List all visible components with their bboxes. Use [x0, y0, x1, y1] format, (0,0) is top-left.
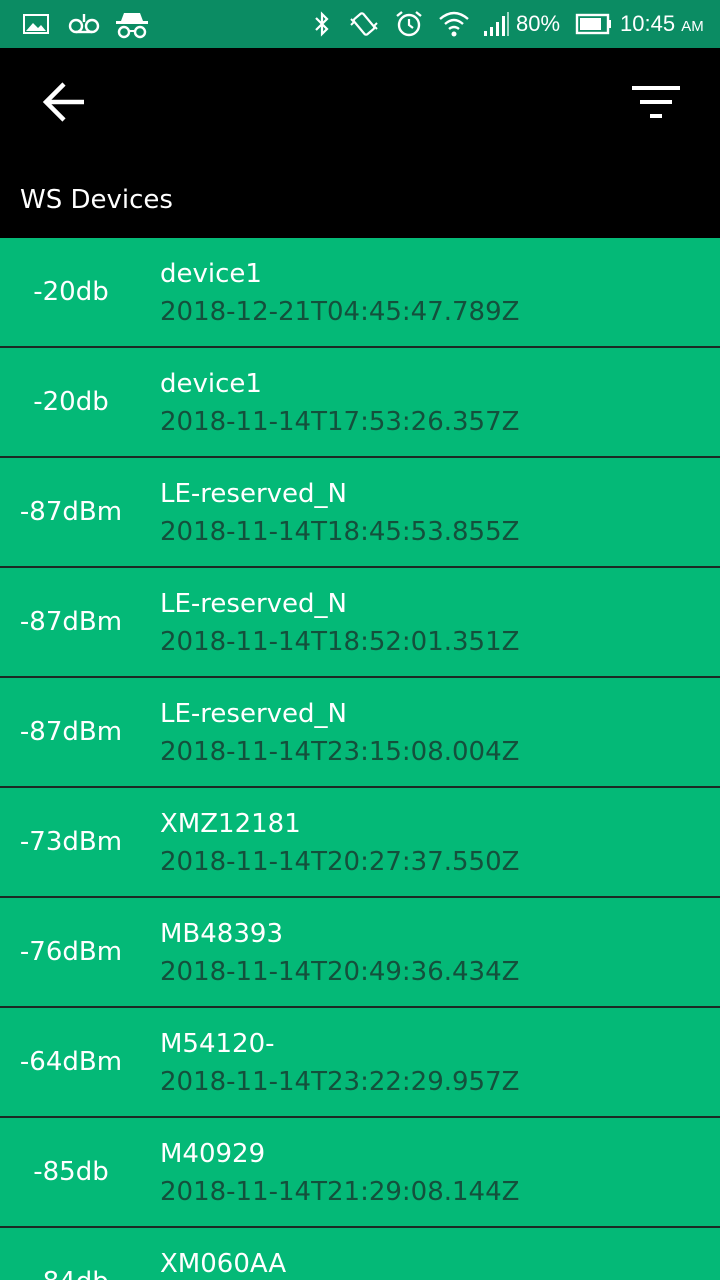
filter-icon [631, 84, 681, 124]
device-timestamp: 2018-11-14T23:22:29.957Z [160, 1067, 520, 1097]
device-timestamp: 2018-11-14T21:29:08.144Z [160, 1177, 520, 1207]
wifi-icon [436, 8, 472, 40]
clock-time: 10:45 [620, 11, 676, 36]
signal-strength: -87dBm [19, 497, 123, 527]
device-list[interactable]: -20db device1 2018-12-21T04:45:47.789Z -… [0, 238, 720, 1280]
device-name: LE-reserved_N [160, 479, 347, 509]
list-item[interactable]: -73dBm XMZ12181 2018-11-14T20:27:37.550Z [0, 788, 720, 898]
vibrate-icon [346, 8, 382, 40]
device-name: XM060AA [160, 1249, 287, 1279]
device-name: XMZ12181 [160, 809, 301, 839]
status-bar: 80% 10:45 AM [0, 0, 720, 48]
clock: 10:45 AM [620, 10, 704, 41]
signal-strength: -85db [33, 1157, 109, 1187]
incognito-icon [112, 8, 152, 40]
device-timestamp: 2018-11-14T18:45:53.855Z [160, 517, 520, 547]
list-item[interactable]: -87dBm LE-reserved_N 2018-11-14T18:45:53… [0, 458, 720, 568]
clock-ampm: AM [681, 18, 704, 35]
app-bar: WS Devices [0, 48, 720, 238]
arrow-left-icon [40, 80, 88, 128]
list-item[interactable]: -87dBm LE-reserved_N 2018-11-14T23:15:08… [0, 678, 720, 788]
filter-button[interactable] [614, 72, 698, 136]
device-name: device1 [160, 259, 262, 289]
list-item[interactable]: -20db device1 2018-11-14T17:53:26.357Z [0, 348, 720, 458]
list-item[interactable]: -85db M40929 2018-11-14T21:29:08.144Z [0, 1118, 720, 1228]
signal-strength: -73dBm [19, 827, 123, 857]
list-item[interactable]: -64dBm M54120- 2018-11-14T23:22:29.957Z [0, 1008, 720, 1118]
list-item[interactable]: -87dBm LE-reserved_N 2018-11-14T18:52:01… [0, 568, 720, 678]
back-button[interactable] [24, 72, 104, 136]
signal-strength: -87dBm [19, 717, 123, 747]
device-timestamp: 2018-11-14T20:49:36.434Z [160, 957, 520, 987]
signal-strength: -20db [33, 277, 109, 307]
signal-strength: -87dBm [19, 607, 123, 637]
signal-strength: -64dBm [19, 1047, 123, 1077]
voicemail-icon [66, 8, 102, 40]
battery-icon [574, 8, 614, 40]
bluetooth-icon [308, 8, 336, 40]
device-timestamp: 2018-12-21T04:45:47.789Z [160, 297, 520, 327]
cell-signal-icon [480, 8, 512, 40]
signal-strength: -20db [33, 387, 109, 417]
alarm-icon [392, 8, 426, 40]
device-name: M54120- [160, 1029, 275, 1059]
device-name: MB48393 [160, 919, 283, 949]
page-title: WS Devices [20, 185, 173, 215]
list-item[interactable]: -20db device1 2018-12-21T04:45:47.789Z [0, 238, 720, 348]
device-name: LE-reserved_N [160, 699, 347, 729]
image-icon [20, 8, 52, 40]
device-name: LE-reserved_N [160, 589, 347, 619]
device-timestamp: 2018-11-14T20:27:37.550Z [160, 847, 520, 877]
device-timestamp: 2018-11-14T23:15:08.004Z [160, 737, 520, 767]
device-timestamp: 2018-11-14T17:53:26.357Z [160, 407, 520, 437]
signal-strength: -84db [0, 1228, 142, 1280]
device-name: M40929 [160, 1139, 266, 1169]
device-timestamp: 2018-11-14T18:52:01.351Z [160, 627, 520, 657]
list-item[interactable]: -76dBm MB48393 2018-11-14T20:49:36.434Z [0, 898, 720, 1008]
device-name: device1 [160, 369, 262, 399]
list-item[interactable]: -84db XM060AA [0, 1228, 720, 1280]
battery-percent: 80% [516, 11, 561, 36]
signal-strength: -76dBm [19, 937, 123, 967]
